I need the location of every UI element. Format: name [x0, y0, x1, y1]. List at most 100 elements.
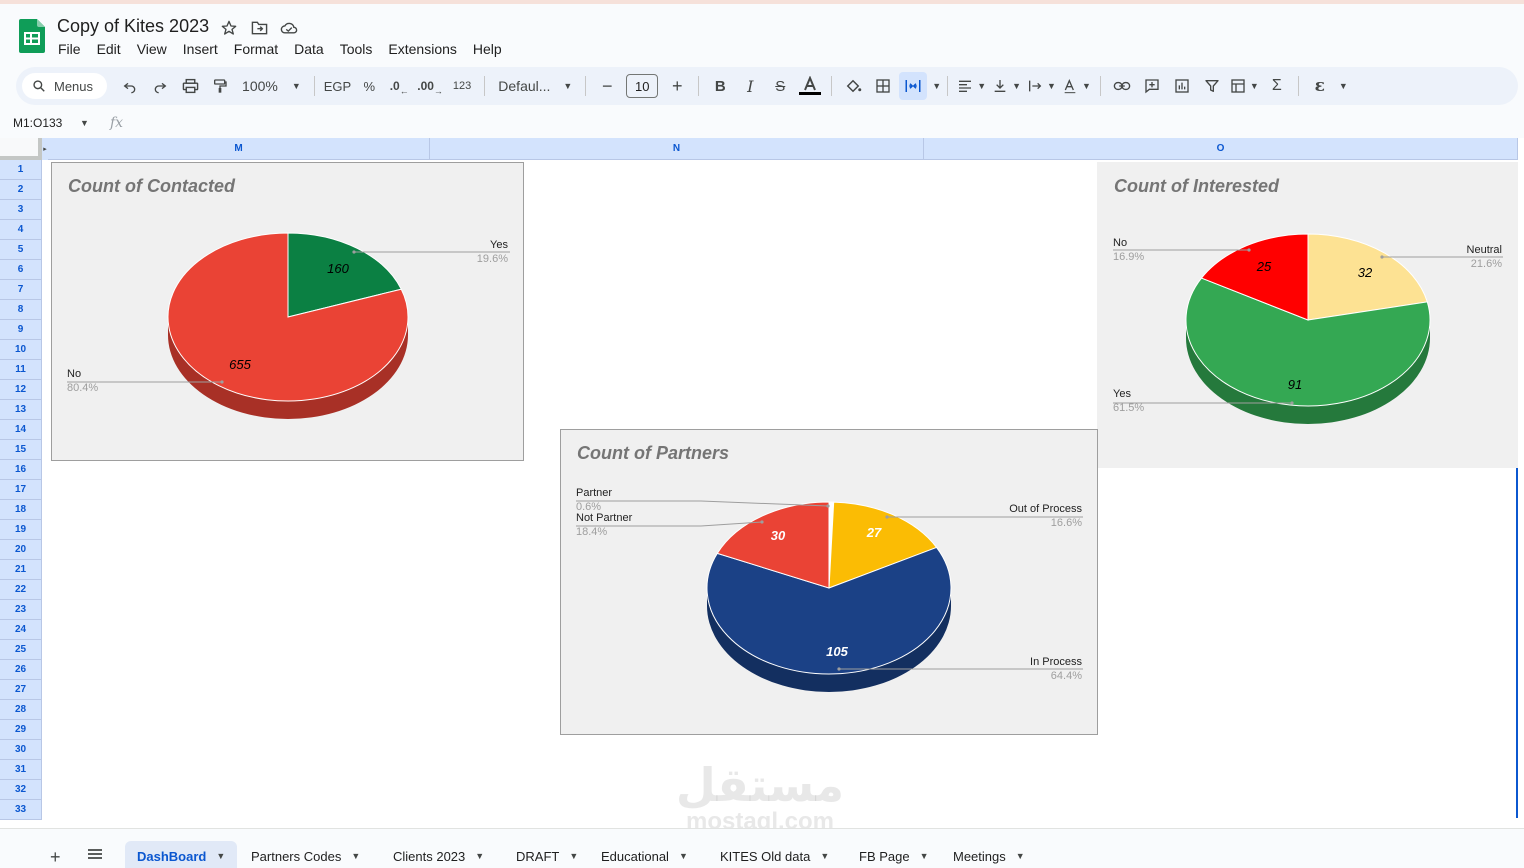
row-header-21[interactable]: 21 — [0, 560, 42, 580]
row-header-18[interactable]: 18 — [0, 500, 42, 520]
row-header-22[interactable]: 22 — [0, 580, 42, 600]
menu-edit[interactable]: Edit — [89, 40, 129, 58]
chevron-down-icon[interactable]: ▼ — [679, 851, 688, 861]
row-header-26[interactable]: 26 — [0, 660, 42, 680]
row-header-20[interactable]: 20 — [0, 540, 42, 560]
chevron-down-icon[interactable]: ▼ — [1339, 81, 1348, 91]
chevron-down-icon[interactable]: ▼ — [351, 851, 360, 861]
text-wrapping-button[interactable]: ▼ — [1025, 72, 1058, 100]
print-button[interactable] — [176, 72, 204, 100]
currency-format-button[interactable]: EGP — [322, 72, 353, 100]
row-header-15[interactable]: 15 — [0, 440, 42, 460]
more-formats-button[interactable]: 123 — [447, 72, 477, 100]
menu-format[interactable]: Format — [226, 40, 286, 58]
row-header-4[interactable]: 4 — [0, 220, 42, 240]
row-header-13[interactable]: 13 — [0, 400, 42, 420]
row-header-28[interactable]: 28 — [0, 700, 42, 720]
row-header-16[interactable]: 16 — [0, 460, 42, 480]
chevron-down-icon[interactable]: ▼ — [1016, 851, 1025, 861]
menu-view[interactable]: View — [129, 40, 175, 58]
row-header-10[interactable]: 10 — [0, 340, 42, 360]
insert-comment-button[interactable] — [1138, 72, 1166, 100]
vertical-align-button[interactable]: ▼ — [990, 72, 1023, 100]
strikethrough-button[interactable]: S — [766, 72, 794, 100]
chevron-down-icon[interactable]: ▼ — [216, 851, 225, 861]
chevron-down-icon[interactable]: ▼ — [80, 118, 89, 128]
column-header-o[interactable]: O — [924, 138, 1518, 160]
paint-format-button[interactable] — [206, 72, 234, 100]
row-header-32[interactable]: 32 — [0, 780, 42, 800]
chevron-down-icon[interactable]: ▼ — [920, 851, 929, 861]
horizontal-align-button[interactable]: ▼ — [955, 72, 988, 100]
redo-button[interactable] — [146, 72, 174, 100]
chevron-down-icon[interactable]: ▼ — [475, 851, 484, 861]
menu-insert[interactable]: Insert — [175, 40, 226, 58]
menu-tools[interactable]: Tools — [332, 40, 381, 58]
sheet-tab-partners-codes[interactable]: Partners Codes ▼ — [239, 841, 372, 868]
row-header-8[interactable]: 8 — [0, 300, 42, 320]
cloud-saved-icon[interactable] — [279, 18, 299, 38]
bold-button[interactable]: B — [706, 72, 734, 100]
filter-button[interactable] — [1198, 72, 1226, 100]
chart-count-of-partners[interactable]: 27 105 30 Count of Partners Partner 0.6% N… — [560, 429, 1098, 735]
menu-data[interactable]: Data — [286, 40, 332, 58]
sheet-tab-draft[interactable]: DRAFT ▼ — [504, 841, 590, 868]
row-header-23[interactable]: 23 — [0, 600, 42, 620]
row-header-31[interactable]: 31 — [0, 760, 42, 780]
sheet-tab-educational[interactable]: Educational ▼ — [589, 841, 700, 868]
chart-count-of-contacted[interactable]: 160 655 Count of Contacted Yes 19.6% No 8… — [51, 162, 524, 461]
all-sheets-menu-icon[interactable] — [87, 848, 103, 860]
row-header-17[interactable]: 17 — [0, 480, 42, 500]
sheets-logo-icon[interactable] — [19, 19, 45, 53]
insert-chart-button[interactable] — [1168, 72, 1196, 100]
move-folder-icon[interactable] — [249, 18, 269, 38]
zoom-select[interactable]: 100% ▼ — [236, 72, 307, 100]
row-header-14[interactable]: 14 — [0, 420, 42, 440]
column-header-n[interactable]: N — [430, 138, 924, 160]
fill-color-button[interactable] — [839, 72, 867, 100]
row-header-12[interactable]: 12 — [0, 380, 42, 400]
text-color-button[interactable] — [796, 72, 824, 100]
add-sheet-button[interactable]: + — [50, 847, 61, 868]
chart-count-of-interested[interactable]: 32 91 25 Count of Interested No 16.9% Neut… — [1097, 162, 1518, 468]
row-header-19[interactable]: 19 — [0, 520, 42, 540]
row-header-30[interactable]: 30 — [0, 740, 42, 760]
row-header-6[interactable]: 6 — [0, 260, 42, 280]
column-header-m[interactable]: M — [48, 138, 430, 160]
row-header-33[interactable]: 33 — [0, 800, 42, 820]
sheet-tab-kites-old-data[interactable]: KITES Old data ▼ — [708, 841, 841, 868]
menu-help[interactable]: Help — [465, 40, 510, 58]
menu-extensions[interactable]: Extensions — [380, 40, 464, 58]
row-header-9[interactable]: 9 — [0, 320, 42, 340]
name-box[interactable]: M1:O133 — [13, 116, 62, 130]
row-header-24[interactable]: 24 — [0, 620, 42, 640]
row-header-7[interactable]: 7 — [0, 280, 42, 300]
input-tools-button[interactable]: ε — [1306, 72, 1334, 100]
row-header-2[interactable]: 2 — [0, 180, 42, 200]
font-size-input[interactable]: 10 — [626, 74, 659, 98]
row-header-11[interactable]: 11 — [0, 360, 42, 380]
sheet-tab-dashboard[interactable]: DashBoard ▼ — [125, 841, 238, 868]
insert-link-button[interactable] — [1108, 72, 1136, 100]
filter-views-button[interactable]: ▼ — [1228, 72, 1261, 100]
row-header-1[interactable]: 1 — [0, 160, 42, 180]
percent-format-button[interactable]: % — [355, 72, 383, 100]
menu-file[interactable]: File — [50, 40, 89, 58]
sheet-tab-meetings[interactable]: Meetings ▼ — [941, 841, 1037, 868]
sheet-tab-clients-2023[interactable]: Clients 2023 ▼ — [381, 841, 496, 868]
chevron-down-icon[interactable]: ▼ — [820, 851, 829, 861]
chevron-down-icon[interactable]: ▼ — [569, 851, 578, 861]
row-header-3[interactable]: 3 — [0, 200, 42, 220]
font-select[interactable]: Defaul... ▼ — [492, 72, 578, 100]
decrease-decimal-button[interactable]: .0 ← — [385, 72, 413, 100]
chevron-down-icon[interactable]: ▼ — [932, 81, 941, 91]
italic-button[interactable]: I — [736, 72, 764, 100]
row-header-27[interactable]: 27 — [0, 680, 42, 700]
increase-font-size-button[interactable]: + — [663, 72, 691, 100]
borders-button[interactable] — [869, 72, 897, 100]
increase-decimal-button[interactable]: .00 → — [415, 72, 445, 100]
select-all-corner[interactable] — [0, 138, 42, 160]
sheet-tab-fb-page[interactable]: FB Page ▼ — [847, 841, 941, 868]
document-title[interactable]: Copy of Kites 2023 — [57, 16, 209, 37]
menus-search[interactable]: Menus — [22, 73, 108, 99]
